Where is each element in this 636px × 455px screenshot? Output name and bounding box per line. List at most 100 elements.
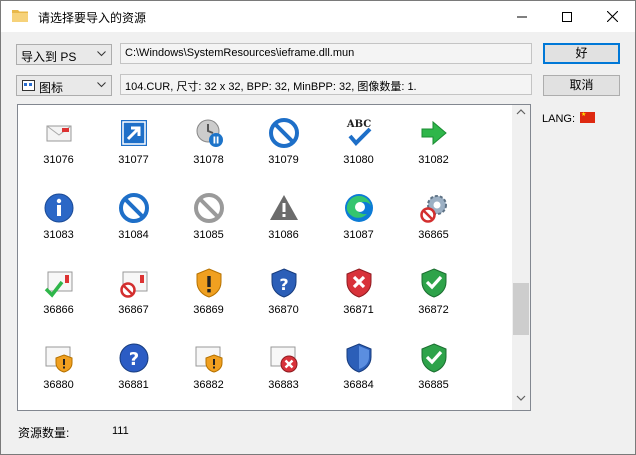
resource-id: 36865 [418,229,449,241]
list-item[interactable]: 36883 [246,330,321,405]
list-item[interactable]: 31084 [96,180,171,255]
cancel-button[interactable]: 取消 [543,75,620,96]
maximize-button[interactable] [544,1,589,32]
list-item[interactable]: 36880 [21,330,96,405]
list-item[interactable]: 36866 [21,255,96,330]
list-item[interactable]: ? 36881 [96,330,171,405]
blocked-icon [119,193,149,223]
import-target-label: 导入到 PS [21,50,77,64]
resource-id: 31078 [193,154,224,166]
gear-blocked-icon [420,195,447,223]
window-check-icon [44,271,73,298]
info-field[interactable]: 104.CUR, 尺寸: 32 x 32, BPP: 32, MinBPP: 3… [120,74,532,95]
list-item[interactable]: 36871 [321,255,396,330]
resource-id: 36870 [268,304,299,316]
resource-id: 31076 [43,154,74,166]
shortcut-arrow-icon [121,120,147,146]
svg-text:?: ? [129,349,139,370]
view-mode-label: 图标 [39,81,64,95]
list-item[interactable]: 36884 [321,330,396,405]
shield-error-icon [346,268,372,298]
resource-id: 36884 [343,379,374,391]
info-icon [44,193,74,223]
lang-label: LANG: [542,113,576,125]
list-item[interactable]: ? 36870 [246,255,321,330]
list-item[interactable]: 31078 [171,105,246,180]
view-mode-combo[interactable]: 图标 [16,75,112,96]
list-item[interactable]: ABC 31080 [321,105,396,180]
gray-blocked-icon [194,193,224,223]
help-icon: ? [119,343,149,373]
list-item[interactable]: 31083 [21,180,96,255]
window-shield-warning-icon [45,346,73,373]
minimize-button[interactable] [499,1,544,32]
dialog-window: 请选择要导入的资源 导入到 PS C:\Windows\SystemResour… [0,0,636,455]
shield-check-icon [421,268,447,298]
resource-count-value: 111 [112,425,129,437]
resource-id: 36867 [118,304,149,316]
scroll-thumb[interactable] [513,283,529,335]
resource-count-label: 资源数量: [18,426,70,440]
import-target-combo[interactable]: 导入到 PS [16,44,112,65]
resource-id: 31082 [418,154,449,166]
window-warning-icon [195,346,223,373]
resource-id: 36880 [43,379,74,391]
shield-green-check-icon [421,343,447,373]
envelope-icon [46,125,72,142]
resource-id: 31086 [268,229,299,241]
list-item[interactable]: 36867 [96,255,171,330]
green-arrow-icon [421,120,447,146]
info-text: 104.CUR, 尺寸: 32 x 32, BPP: 32, MinBPP: 3… [125,81,417,93]
resource-id: 36885 [418,379,449,391]
blocked-icon [269,118,299,148]
edge-logo-icon [345,194,373,222]
shield-warning-icon [196,268,222,298]
resource-id: 31079 [268,154,299,166]
list-item[interactable]: 31085 [171,180,246,255]
window-blocked-icon [120,271,148,298]
list-item[interactable]: 36869 [171,255,246,330]
list-item[interactable]: 31082 [396,105,471,180]
resource-id: 31083 [43,229,74,241]
resource-id: 31084 [118,229,149,241]
scroll-down-icon[interactable] [516,395,526,402]
path-text: C:\Windows\SystemResources\ieframe.dll.m… [125,47,355,59]
resource-id: 36871 [343,304,374,316]
svg-text:ABC: ABC [346,119,371,130]
warning-triangle-icon [270,195,298,220]
folder-icon [12,10,28,22]
scroll-up-icon[interactable] [516,108,526,115]
ok-button[interactable]: 好 [543,43,620,64]
list-item[interactable]: 31079 [246,105,321,180]
resource-list[interactable]: 31076 31077 31078 31079 ABC 31080 31082 … [17,104,531,411]
chevron-down-icon [97,51,106,57]
minimize-icon [516,16,527,17]
resource-id: 36866 [43,304,74,316]
maximize-icon [561,11,572,22]
close-button[interactable] [590,1,635,32]
window-title: 请选择要导入的资源 [38,11,147,25]
list-item[interactable]: 31086 [246,180,321,255]
resource-id: 31087 [343,229,374,241]
list-item[interactable]: 31077 [96,105,171,180]
china-flag-icon[interactable]: ★ [580,112,595,123]
list-item[interactable]: 36882 [171,330,246,405]
resource-id: 36882 [193,379,224,391]
view-mode-icon [22,80,35,91]
vertical-scrollbar[interactable] [512,105,530,410]
svg-text:?: ? [279,275,288,294]
close-icon [607,11,618,22]
resource-id: 31080 [343,154,374,166]
shield-question-icon: ? [271,268,297,298]
resource-id: 36872 [418,304,449,316]
window-error-icon [270,346,298,373]
list-item[interactable]: 36872 [396,255,471,330]
list-item[interactable]: 36885 [396,330,471,405]
resource-id: 31085 [193,229,224,241]
shield-blue-icon [346,343,372,373]
resource-id: 36881 [118,379,149,391]
path-field[interactable]: C:\Windows\SystemResources\ieframe.dll.m… [120,43,532,64]
list-item[interactable]: 31087 [321,180,396,255]
list-item[interactable]: 36865 [396,180,471,255]
list-item[interactable]: 31076 [21,105,96,180]
